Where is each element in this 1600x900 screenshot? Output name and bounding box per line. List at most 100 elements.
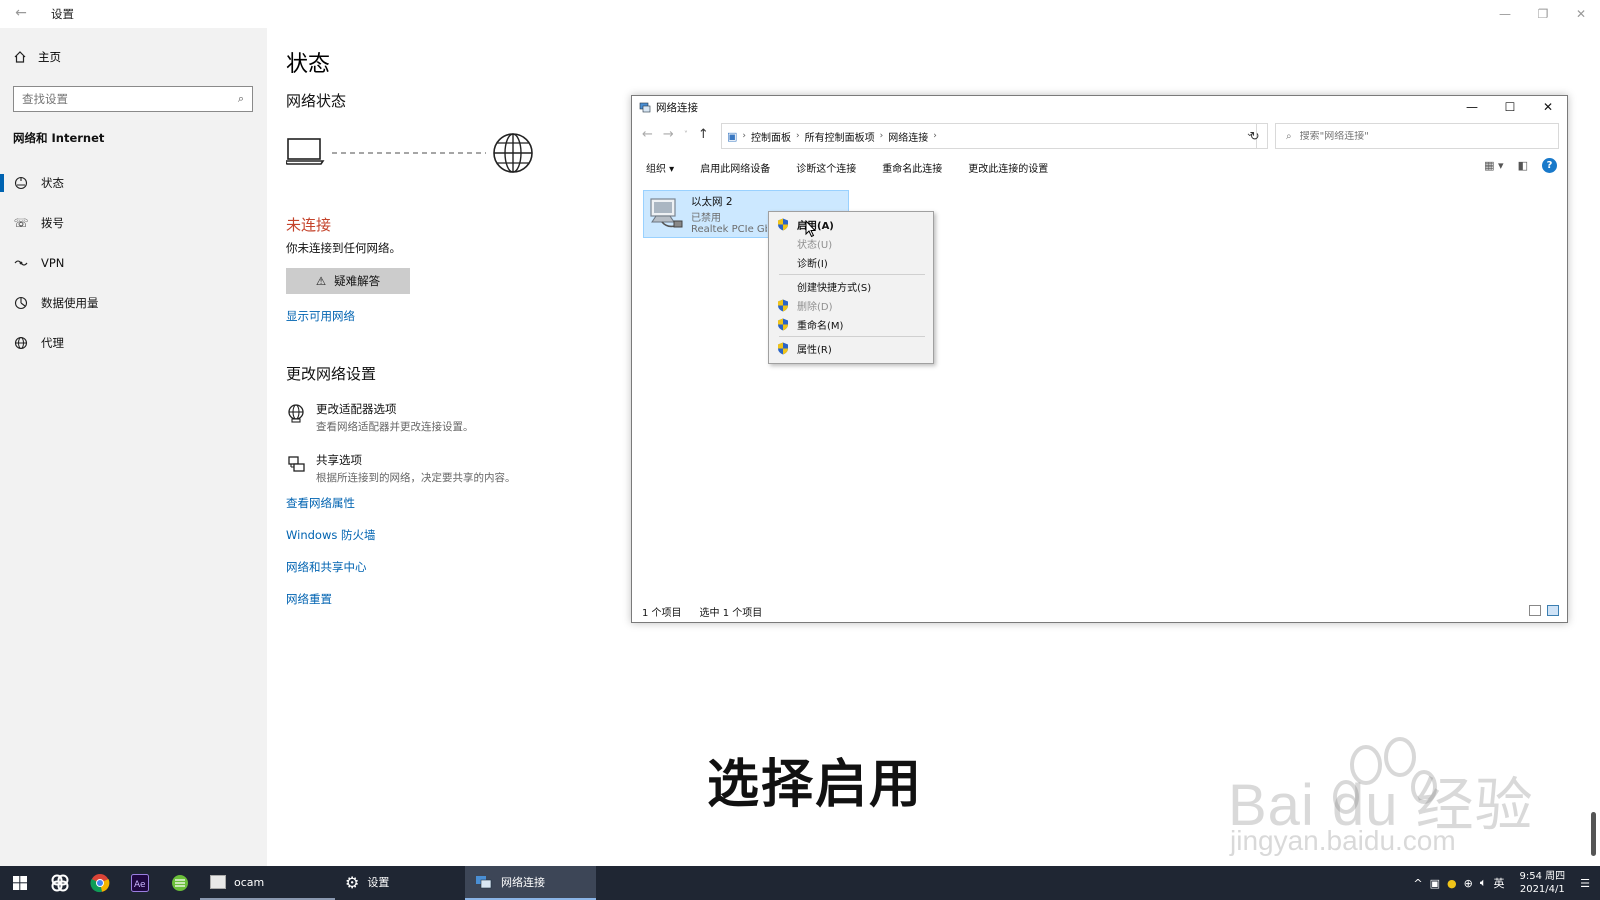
notification-icon[interactable]: ☰: [1580, 877, 1590, 890]
sidebar-item-status[interactable]: 状态: [0, 163, 267, 203]
taskbar-app-pinwheel[interactable]: [40, 866, 80, 900]
change-settings-button[interactable]: 更改此连接的设置: [968, 160, 1048, 175]
breadcrumb-item[interactable]: 网络连接: [888, 129, 928, 144]
sharing-printer-icon: [288, 456, 305, 472]
vpn-icon: [14, 256, 28, 270]
context-menu-diagnose[interactable]: 诊断(I): [769, 253, 933, 272]
chevron-up-icon[interactable]: ^: [1413, 877, 1422, 890]
context-menu-rename[interactable]: 重命名(M): [769, 315, 933, 334]
taskbar: Ae ocam ⚙ 设置 网络连接 ^ ▣ ● ⊕ 🔈︎ 英 9:54 周四 2…: [0, 866, 1600, 900]
up-arrow-icon[interactable]: ↑: [698, 127, 709, 142]
context-menu-label: 诊断(I): [797, 259, 828, 270]
context-menu-properties[interactable]: 属性(R): [769, 339, 933, 358]
network-reset-link[interactable]: 网络重置: [286, 591, 332, 607]
restore-icon[interactable]: ❐: [1524, 0, 1562, 28]
item-status: 已禁用: [691, 213, 721, 224]
sidebar-item-label: VPN: [41, 256, 65, 270]
taskbar-settings[interactable]: ⚙ 设置: [335, 866, 465, 900]
context-menu-enable[interactable]: 启用(A): [769, 215, 933, 234]
uac-shield-icon: [778, 218, 788, 231]
network-properties-link[interactable]: 查看网络属性: [286, 495, 355, 511]
refresh-button[interactable]: ↻: [1242, 123, 1268, 149]
details-view-icon[interactable]: [1529, 605, 1541, 616]
network-status-icon: [14, 176, 28, 190]
taskbar-app-label: ocam: [234, 875, 265, 889]
breadcrumb-separator-icon: ›: [742, 131, 747, 141]
breadcrumb-item[interactable]: 控制面板: [751, 129, 791, 144]
network-status-title: 网络状态: [286, 92, 347, 110]
sidebar-nav: 状态 ☏ 拨号 VPN 数据使用量 代理: [0, 163, 267, 363]
sharing-center-link[interactable]: 网络和共享中心: [286, 559, 367, 575]
settings-search-input[interactable]: [22, 92, 238, 106]
sidebar-item-label: 状态: [41, 176, 64, 190]
back-arrow-icon[interactable]: ←: [642, 127, 653, 142]
search-icon: ⌕: [1286, 130, 1292, 142]
taskbar-network-connections[interactable]: 网络连接: [465, 866, 596, 900]
minimize-icon[interactable]: —: [1453, 96, 1491, 118]
chevron-down-icon[interactable]: ˅: [684, 130, 688, 142]
show-networks-link[interactable]: 显示可用网络: [286, 308, 355, 324]
windows-firewall-link[interactable]: Windows 防火墙: [286, 527, 376, 543]
context-menu-delete[interactable]: 删除(D): [769, 296, 933, 315]
preview-pane-icon[interactable]: ◧: [1518, 159, 1528, 172]
tray-app-icon[interactable]: ▣: [1430, 877, 1440, 890]
search-icon[interactable]: ⌕: [238, 92, 244, 106]
troubleshoot-button[interactable]: ⚠ 疑难解答: [286, 268, 410, 294]
minimize-icon[interactable]: —: [1486, 0, 1524, 28]
context-menu: 启用(A) 状态(U) 诊断(I) 创建快捷方式(S) 删除(D) 重命名(M)…: [768, 211, 934, 364]
taskbar-app-after-effects[interactable]: Ae: [120, 866, 160, 900]
uac-shield-icon: [778, 299, 788, 312]
data-usage-icon: [14, 296, 28, 310]
settings-content: 状态 网络状态 未连接 你未连接到任何网络。 ⚠ 疑难解答 显示可用网络 更改网…: [267, 28, 627, 866]
green-circle-app-icon: [172, 875, 188, 891]
settings-titlebar: ← 设置 — ❐ ✕: [0, 0, 1600, 28]
sidebar-item-home[interactable]: 主页: [13, 49, 61, 65]
tray-status-icon[interactable]: ●: [1447, 877, 1457, 890]
breadcrumb-separator-icon[interactable]: ›: [880, 131, 884, 141]
sharing-options-item[interactable]: 共享选项 根据所连接到的网络，决定要共享的内容。: [286, 452, 516, 485]
context-menu-status[interactable]: 状态(U): [769, 234, 933, 253]
proxy-globe-icon: [14, 336, 28, 350]
dialup-icon: ☏: [13, 216, 29, 230]
close-icon[interactable]: ✕: [1529, 96, 1567, 118]
settings-search-box[interactable]: ⌕: [13, 86, 253, 112]
item-device: Realtek PCIe GbE: [691, 224, 767, 235]
close-icon[interactable]: ✕: [1562, 0, 1600, 28]
taskbar-ocam[interactable]: ocam: [200, 866, 335, 900]
forward-arrow-icon[interactable]: →: [663, 127, 674, 142]
clock[interactable]: 9:54 周四 2021/4/1: [1519, 870, 1565, 896]
sidebar-item-dialup[interactable]: ☏ 拨号: [0, 203, 267, 243]
help-icon[interactable]: ?: [1542, 158, 1557, 173]
adapter-globe-icon: [288, 404, 304, 423]
large-icons-view-icon[interactable]: [1547, 605, 1559, 616]
breadcrumb-separator-icon[interactable]: ›: [796, 131, 800, 141]
taskbar-app-green[interactable]: [160, 866, 200, 900]
maximize-icon[interactable]: ☐: [1491, 96, 1529, 118]
explorer-search-box[interactable]: ⌕: [1275, 123, 1559, 149]
taskbar-app-chrome[interactable]: [80, 866, 120, 900]
breadcrumb-separator-icon[interactable]: ›: [933, 131, 937, 141]
volume-icon[interactable]: 🔈︎: [1480, 876, 1487, 890]
settings-window-title: 设置: [51, 7, 74, 21]
ime-indicator[interactable]: 英: [1493, 875, 1504, 891]
network-globe-icon[interactable]: ⊕: [1464, 877, 1473, 890]
sidebar-item-vpn[interactable]: VPN: [0, 243, 267, 283]
scrollbar-thumb[interactable]: [1591, 812, 1596, 856]
start-button[interactable]: [0, 866, 40, 900]
address-bar[interactable]: ▣ › 控制面板 › 所有控制面板项 › 网络连接 › ⌄: [721, 123, 1257, 149]
sidebar-item-proxy[interactable]: 代理: [0, 323, 267, 363]
enable-device-button[interactable]: 启用此网络设备: [700, 160, 770, 175]
view-options-icon[interactable]: ▦ ▾: [1484, 159, 1503, 172]
sidebar-item-data-usage[interactable]: 数据使用量: [0, 283, 267, 323]
change-settings-title: 更改网络设置: [286, 365, 377, 383]
organize-button[interactable]: 组织 ▾: [646, 160, 674, 175]
diagnose-button[interactable]: 诊断这个连接: [796, 160, 856, 175]
explorer-search-input[interactable]: [1299, 130, 1558, 142]
rename-button[interactable]: 重命名此连接: [882, 160, 942, 175]
context-menu-create-shortcut[interactable]: 创建快捷方式(S): [769, 277, 933, 296]
breadcrumb-item[interactable]: 所有控制面板项: [805, 129, 875, 144]
adapter-options-item[interactable]: 更改适配器选项 查看网络适配器并更改连接设置。: [286, 401, 474, 434]
explorer-titlebar: 网络连接 — ☐ ✕: [632, 96, 1567, 118]
back-arrow-icon[interactable]: ←: [12, 4, 30, 22]
uac-shield-icon: [778, 318, 788, 331]
